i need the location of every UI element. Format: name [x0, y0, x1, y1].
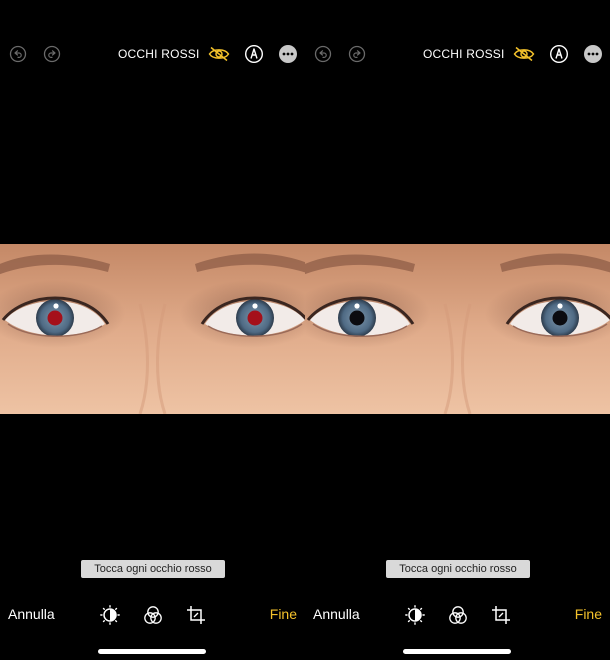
right-pupil[interactable]	[247, 310, 263, 326]
adjust-icon	[405, 605, 425, 625]
adjust-icon	[100, 605, 120, 625]
markup-icon	[244, 44, 264, 64]
markup-button[interactable]	[549, 44, 569, 64]
editor-screen-before: OCCHI ROSSI Tocca ogni occhio rosso Annu…	[0, 0, 305, 660]
done-button[interactable]: Fine	[270, 606, 297, 622]
cancel-button[interactable]: Annulla	[313, 606, 360, 622]
filters-tool-button[interactable]	[142, 604, 164, 626]
mode-title: OCCHI ROSSI	[118, 47, 200, 61]
more-button[interactable]	[278, 44, 298, 64]
red-eye-icon	[208, 46, 230, 62]
undo-icon	[314, 45, 332, 63]
undo-button[interactable]	[8, 44, 28, 64]
undo-icon	[9, 45, 27, 63]
red-eye-button[interactable]	[208, 44, 230, 64]
redo-button[interactable]	[347, 44, 367, 64]
adjust-tool-button[interactable]	[99, 604, 121, 626]
filters-tool-button[interactable]	[447, 604, 469, 626]
bottom-toolbar: Annulla Fine	[305, 600, 610, 630]
more-icon	[279, 45, 297, 63]
eyes-photo[interactable]	[0, 244, 305, 414]
home-indicator	[98, 649, 206, 654]
redo-icon	[43, 45, 61, 63]
markup-icon	[549, 44, 569, 64]
red-eye-button[interactable]	[513, 44, 535, 64]
red-eye-icon	[513, 46, 535, 62]
crop-icon	[492, 606, 510, 624]
hint-label: Tocca ogni occhio rosso	[386, 560, 530, 578]
crop-tool-button[interactable]	[490, 604, 512, 626]
left-pupil[interactable]	[47, 310, 63, 326]
crop-icon	[187, 606, 205, 624]
right-pupil[interactable]	[552, 310, 568, 326]
crop-tool-button[interactable]	[185, 604, 207, 626]
mode-title: OCCHI ROSSI	[423, 47, 505, 61]
hint-label: Tocca ogni occhio rosso	[81, 560, 225, 578]
more-button[interactable]	[583, 44, 603, 64]
adjust-tool-button[interactable]	[404, 604, 426, 626]
home-indicator	[403, 649, 511, 654]
editor-screen-after: OCCHI ROSSI Tocca ogni occhio rosso Annu…	[305, 0, 610, 660]
redo-icon	[348, 45, 366, 63]
top-toolbar: OCCHI ROSSI	[305, 38, 610, 70]
markup-button[interactable]	[244, 44, 264, 64]
eyes-photo[interactable]	[305, 244, 610, 414]
redo-button[interactable]	[42, 44, 62, 64]
cancel-button[interactable]: Annulla	[8, 606, 55, 622]
undo-button[interactable]	[313, 44, 333, 64]
filters-icon	[449, 606, 467, 624]
top-toolbar: OCCHI ROSSI	[0, 38, 305, 70]
bottom-toolbar: Annulla Fine	[0, 600, 305, 630]
done-button[interactable]: Fine	[575, 606, 602, 622]
filters-icon	[144, 606, 162, 624]
left-pupil[interactable]	[349, 310, 365, 326]
more-icon	[584, 45, 602, 63]
